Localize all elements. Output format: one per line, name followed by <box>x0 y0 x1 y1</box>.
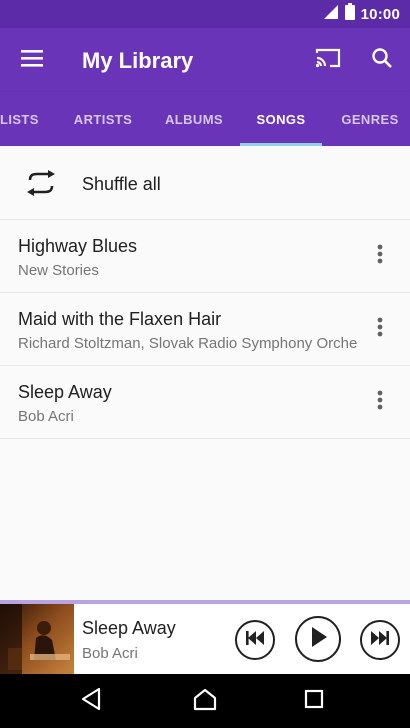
song-row[interactable]: Highway Blues New Stories <box>0 220 410 293</box>
more-options-button[interactable] <box>364 313 396 345</box>
status-bar: 10:00 <box>0 0 410 28</box>
tab-albums[interactable]: ALBUMS <box>152 92 236 146</box>
now-playing-artist: Bob Acri <box>82 645 138 662</box>
song-artist: Bob Acri <box>18 408 74 425</box>
status-time: 10:00 <box>360 5 400 23</box>
back-icon <box>80 687 102 716</box>
page-title: My Library <box>82 48 194 73</box>
song-artist: New Stories <box>18 262 99 279</box>
song-title: Highway Blues <box>18 236 138 256</box>
tab-songs[interactable]: SONGS <box>240 92 322 146</box>
song-title: Sleep Away <box>18 382 112 402</box>
song-list: Shuffle all Highway Blues New Stories Ma… <box>0 146 410 439</box>
system-nav-bar <box>0 674 410 728</box>
song-row[interactable]: Sleep Away Bob Acri <box>0 366 410 439</box>
song-title: Maid with the Flaxen Hair <box>18 309 222 329</box>
now-playing-title: Sleep Away <box>82 618 176 638</box>
recents-icon <box>304 689 324 714</box>
shuffle-icon <box>24 170 58 196</box>
song-artist: Richard Stoltzman, Slovak Radio Symphony… <box>18 335 358 352</box>
app-bar: My Library <box>0 28 410 92</box>
more-vert-icon <box>377 390 383 415</box>
status-right: 10:00 <box>323 0 400 28</box>
tab-genres[interactable]: GENRES <box>330 92 410 146</box>
menu-button[interactable] <box>12 40 52 80</box>
skip-next-icon <box>371 630 389 650</box>
more-options-button[interactable] <box>364 240 396 272</box>
battery-icon <box>344 3 355 25</box>
signal-icon <box>323 4 339 25</box>
nav-back-button[interactable] <box>76 686 106 716</box>
search-icon <box>371 47 393 74</box>
previous-button[interactable] <box>235 620 275 660</box>
skip-previous-icon <box>246 630 264 650</box>
shuffle-all-row[interactable]: Shuffle all <box>0 146 410 220</box>
tab-playlists[interactable]: LISTS <box>0 92 44 146</box>
home-icon <box>192 687 218 716</box>
cast-button[interactable] <box>308 40 348 80</box>
search-button[interactable] <box>362 40 402 80</box>
play-button[interactable] <box>295 616 341 662</box>
tab-bar: LISTS ARTISTS ALBUMS SONGS GENRES <box>0 92 410 146</box>
play-icon <box>309 626 327 652</box>
menu-icon <box>20 48 44 73</box>
cast-icon <box>314 47 342 74</box>
next-button[interactable] <box>360 620 400 660</box>
nav-recents-button[interactable] <box>299 686 329 716</box>
shuffle-all-label: Shuffle all <box>82 174 161 194</box>
song-row[interactable]: Maid with the Flaxen Hair Richard Stoltz… <box>0 293 410 366</box>
tab-artists[interactable]: ARTISTS <box>62 92 144 146</box>
more-vert-icon <box>377 244 383 269</box>
album-art[interactable] <box>0 604 74 674</box>
mini-player[interactable]: Sleep Away Bob Acri <box>0 600 410 674</box>
more-vert-icon <box>377 317 383 342</box>
more-options-button[interactable] <box>364 386 396 418</box>
nav-home-button[interactable] <box>190 686 220 716</box>
